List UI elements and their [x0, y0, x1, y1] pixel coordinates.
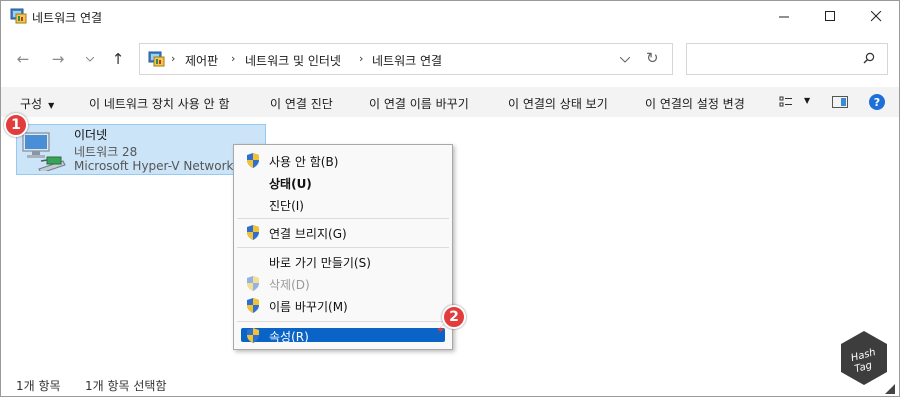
resize-grip-icon[interactable]: [885, 384, 895, 394]
menu-item-bridge[interactable]: 연결 브리지(G): [236, 222, 450, 243]
menu-separator: [237, 321, 449, 322]
uac-shield-icon: [247, 298, 259, 313]
uac-shield-icon: [247, 153, 259, 168]
menu-item-rename[interactable]: 이름 바꾸기(M): [236, 295, 450, 316]
connection-network: 네트워크 28: [74, 145, 138, 159]
hashtag-watermark: Hash Tag: [841, 331, 887, 385]
refresh-button[interactable]: ↻: [646, 49, 659, 67]
uac-shield-icon: [247, 225, 259, 240]
search-icon: [863, 52, 875, 64]
view-caret-icon[interactable]: ▼: [804, 96, 810, 105]
change-settings-button[interactable]: 이 연결의 설정 변경: [645, 95, 745, 112]
search-input[interactable]: [686, 43, 888, 75]
back-button[interactable]: ←: [12, 49, 34, 69]
network-adapter-icon: [22, 132, 66, 171]
control-panel-icon: [10, 8, 27, 24]
menu-item-disable[interactable]: 사용 안 함(B): [236, 150, 450, 171]
menu-item-label: 진단(I): [269, 199, 304, 213]
organize-menu[interactable]: 구성 ▼: [20, 95, 54, 112]
maximize-icon: [824, 11, 835, 21]
up-button[interactable]: ↑: [107, 49, 129, 69]
minimize-button[interactable]: [761, 1, 807, 32]
title-bar: 네트워크 연결: [1, 1, 899, 33]
navigation-bar: ← → ↑ › 제어판 › 네트워크 및 인터넷 › 네트워크 연결 ↻: [1, 39, 899, 79]
step-badge-1: 1: [4, 113, 28, 137]
breadcrumb-network-connections[interactable]: 네트워크 연결: [372, 52, 442, 69]
maximize-button[interactable]: [807, 1, 853, 32]
breadcrumb-network-internet[interactable]: 네트워크 및 인터넷: [245, 52, 341, 69]
menu-item-status[interactable]: 상태(U): [236, 172, 450, 193]
menu-item-diagnose[interactable]: 진단(I): [236, 194, 450, 215]
menu-item-label: 연결 브리지(G): [269, 227, 347, 241]
help-icon[interactable]: ?: [869, 94, 885, 110]
close-icon: [870, 11, 881, 22]
status-item-count: 1개 항목: [16, 379, 61, 393]
explorer-window: 네트워크 연결 ← → ↑ › 제어판 › 네트워크 및 인터넷 › 네트워크 …: [0, 0, 900, 397]
menu-separator: [237, 218, 449, 219]
breadcrumb-separator[interactable]: ›: [359, 52, 363, 65]
address-bar[interactable]: › 제어판 › 네트워크 및 인터넷 › 네트워크 연결 ↻: [139, 43, 673, 75]
command-bar: 구성 ▼ 이 네트워크 장치 사용 안 함 이 연결 진단 이 연결 이름 바꾸기…: [1, 87, 899, 117]
control-panel-icon: [148, 51, 165, 67]
rename-button[interactable]: 이 연결 이름 바꾸기: [369, 95, 469, 112]
forward-button[interactable]: →: [47, 49, 69, 69]
connection-name: 이더넷: [74, 128, 108, 142]
view-status-button[interactable]: 이 연결의 상태 보기: [508, 95, 608, 112]
pointer-arrow-icon: [436, 323, 446, 336]
menu-item-create-shortcut[interactable]: 바로 가기 만들기(S): [236, 251, 450, 272]
menu-item-label: 바로 가기 만들기(S): [269, 256, 371, 270]
close-button[interactable]: [853, 1, 899, 32]
caret-down-icon: ▼: [48, 101, 55, 110]
menu-item-label: 이름 바꾸기(M): [269, 300, 348, 314]
status-selected-count: 1개 항목 선택함: [85, 379, 167, 393]
network-connection-item[interactable]: 이더넷 네트워크 28 Microsoft Hyper-V Network Ad…: [16, 124, 266, 175]
menu-separator: [237, 247, 449, 248]
menu-item-delete: 삭제(D): [236, 273, 450, 294]
menu-item-label: 속성(R): [269, 330, 309, 344]
disable-device-button[interactable]: 이 네트워크 장치 사용 안 함: [89, 95, 230, 112]
breadcrumb-separator[interactable]: ›: [231, 52, 235, 65]
organize-label: 구성: [20, 97, 43, 111]
window-title: 네트워크 연결: [32, 11, 103, 25]
breadcrumb-separator: ›: [171, 52, 176, 65]
breadcrumb-control-panel[interactable]: 제어판: [185, 52, 218, 69]
menu-item-label: 삭제(D): [269, 278, 310, 292]
context-menu: 사용 안 함(B) 상태(U) 진단(I) 연결 브리지(G) 바로 가기 만들…: [233, 144, 453, 350]
preview-pane-button[interactable]: [832, 96, 848, 108]
menu-item-label: 상태(U): [269, 177, 312, 191]
address-dropdown-icon[interactable]: [620, 57, 630, 63]
chevron-down-icon: [86, 56, 94, 62]
menu-item-properties[interactable]: 속성(R): [241, 328, 445, 344]
recent-locations-button[interactable]: [79, 49, 101, 69]
view-options-icon[interactable]: [779, 95, 793, 109]
uac-shield-icon: [247, 328, 259, 343]
uac-shield-icon: [247, 276, 259, 291]
menu-item-label: 사용 안 함(B): [269, 155, 339, 169]
diagnose-button[interactable]: 이 연결 진단: [270, 95, 333, 112]
minimize-icon: [778, 16, 789, 18]
